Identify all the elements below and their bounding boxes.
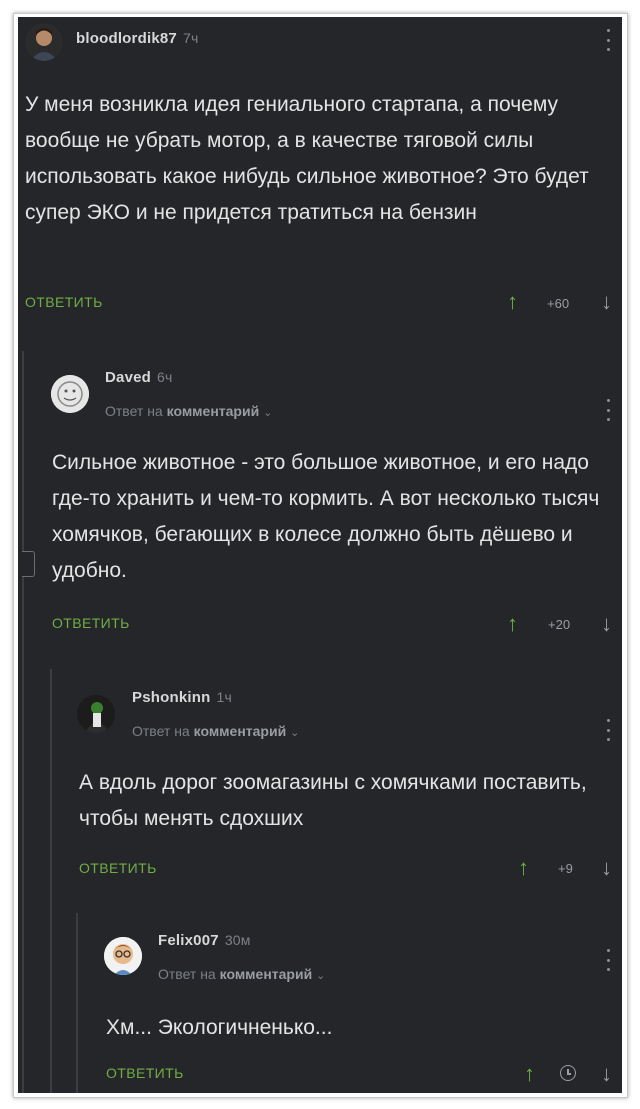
reply-button[interactable]: ОТВЕТИТЬ [25, 294, 103, 310]
avatar-image [104, 937, 142, 975]
reply-button[interactable]: ОТВЕТИТЬ [79, 860, 157, 876]
avatar[interactable] [77, 695, 115, 733]
comment-text: Сильное животное - это большое животное,… [52, 451, 600, 582]
reply-to-info: Ответ на комментарий ⌄ [132, 723, 299, 739]
rating-count: +20 [548, 617, 571, 632]
comment-text: Хм... Экологичненько... [106, 1016, 333, 1039]
up-arrow-icon[interactable]: ↑ [507, 613, 518, 635]
avatar-image [77, 695, 115, 733]
comment-daved: Daved 6ч Ответ на комментарий ⌄ Сильное ж… [18, 357, 622, 647]
chevron-down-icon[interactable]: ⌄ [263, 407, 272, 419]
comment-time: 7ч [182, 30, 199, 46]
reply-to-link[interactable]: комментарий [194, 723, 287, 739]
avatar[interactable] [25, 23, 63, 61]
author-name[interactable]: Daved 6ч [105, 369, 173, 386]
comment-time: 6ч [157, 369, 173, 385]
reply-button[interactable]: ОТВЕТИТЬ [52, 615, 130, 631]
avatar[interactable] [104, 937, 142, 975]
author-username[interactable]: bloodlordik87 [76, 30, 177, 47]
reply-to-prefix: Ответ на [158, 966, 216, 982]
up-arrow-icon[interactable]: ↑ [518, 857, 529, 879]
chevron-down-icon[interactable]: ⌄ [290, 727, 299, 739]
reply-to-prefix: Ответ на [132, 723, 190, 739]
more-vertical-icon[interactable] [605, 399, 611, 421]
author-username[interactable]: Felix007 [158, 932, 219, 949]
author-name[interactable]: Felix007 30м [158, 932, 251, 949]
down-arrow-icon[interactable]: ↓ [601, 291, 612, 313]
more-vertical-icon[interactable] [605, 949, 611, 971]
reply-to-prefix: Ответ на [105, 403, 163, 419]
rating-count: +60 [547, 296, 570, 311]
up-arrow-icon[interactable]: ↑ [524, 1063, 535, 1085]
comment-text: А вдоль дорог зоомагазины с хомячками по… [79, 771, 587, 830]
more-vertical-icon[interactable] [605, 29, 611, 51]
reply-button[interactable]: ОТВЕТИТЬ [106, 1065, 184, 1081]
avatar-image [25, 23, 63, 61]
avatar[interactable] [51, 375, 89, 413]
rating-count: +9 [558, 861, 573, 876]
up-arrow-icon[interactable]: ↑ [507, 291, 518, 313]
comment-felix007: Felix007 30м Ответ на комментарий ⌄ Хм...… [18, 917, 622, 1093]
comment-time: 1ч [216, 689, 232, 705]
down-arrow-icon[interactable]: ↓ [601, 857, 612, 879]
clock-icon [560, 1065, 576, 1081]
down-arrow-icon[interactable]: ↓ [601, 613, 612, 635]
comment-pshonkinn: Pshonkinn 1ч Ответ на комментарий ⌄ А вдо… [18, 677, 622, 907]
comment-bloodlordik87: bloodlordik87 7ч У меня возникла идея ген… [18, 17, 622, 337]
avatar-image [51, 375, 89, 413]
comments-screen: bloodlordik87 7ч У меня возникла идея ген… [18, 17, 622, 1093]
more-vertical-icon[interactable] [605, 719, 611, 741]
chevron-down-icon[interactable]: ⌄ [316, 970, 325, 982]
author-username[interactable]: Pshonkinn [132, 689, 210, 706]
reply-to-link[interactable]: комментарий [167, 403, 260, 419]
down-arrow-icon[interactable]: ↓ [601, 1063, 612, 1085]
author-name[interactable]: Pshonkinn 1ч [132, 689, 232, 706]
reply-to-link[interactable]: комментарий [220, 966, 313, 982]
reply-to-info: Ответ на комментарий ⌄ [105, 403, 272, 419]
reply-to-info: Ответ на комментарий ⌄ [158, 966, 325, 982]
author-name[interactable]: bloodlordik87 7ч [76, 30, 198, 47]
comment-text: У меня возникла идея гениального стартап… [25, 93, 589, 224]
author-username[interactable]: Daved [105, 369, 151, 386]
comment-time: 30м [224, 932, 251, 948]
